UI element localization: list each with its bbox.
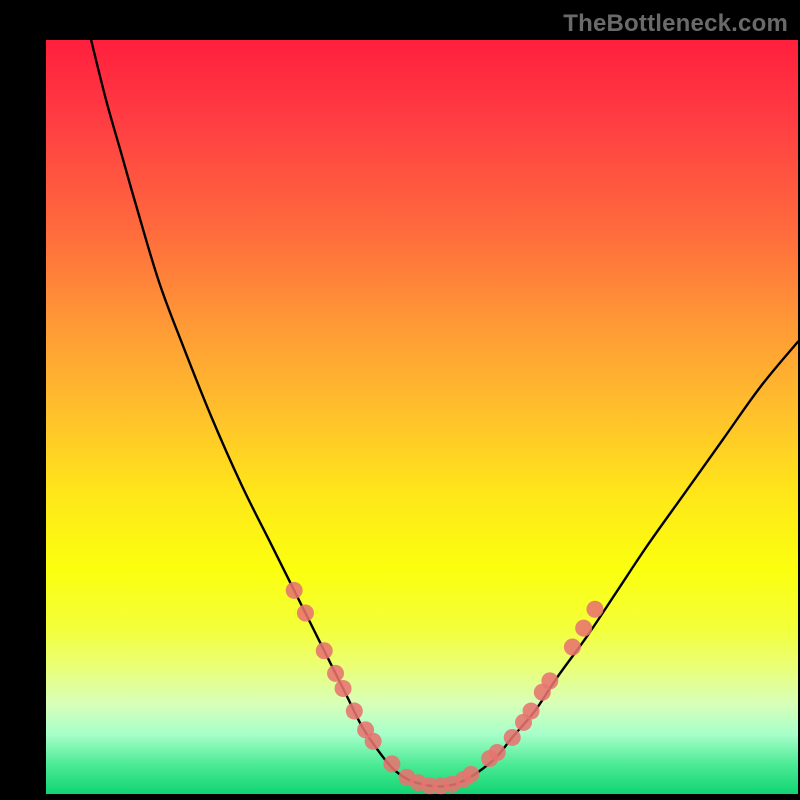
- curve-marker: [383, 755, 400, 772]
- curve-marker: [316, 642, 333, 659]
- chart-frame: TheBottleneck.com: [0, 0, 800, 800]
- curve-marker: [365, 733, 382, 750]
- curve-marker: [489, 744, 506, 761]
- plot-area: [46, 40, 798, 794]
- curve-marker: [327, 665, 344, 682]
- curve-marker: [286, 582, 303, 599]
- curve-marker: [335, 680, 352, 697]
- marker-group: [286, 582, 604, 794]
- curve-marker: [541, 672, 558, 689]
- watermark-text: TheBottleneck.com: [563, 10, 788, 38]
- curve-marker: [462, 766, 479, 783]
- curve-marker: [504, 729, 521, 746]
- curve-layer: [46, 40, 798, 794]
- curve-marker: [346, 703, 363, 720]
- curve-marker: [523, 703, 540, 720]
- bottleneck-curve: [91, 40, 798, 786]
- curve-marker: [297, 605, 314, 622]
- curve-marker: [575, 620, 592, 637]
- curve-marker: [564, 638, 581, 655]
- curve-marker: [586, 601, 603, 618]
